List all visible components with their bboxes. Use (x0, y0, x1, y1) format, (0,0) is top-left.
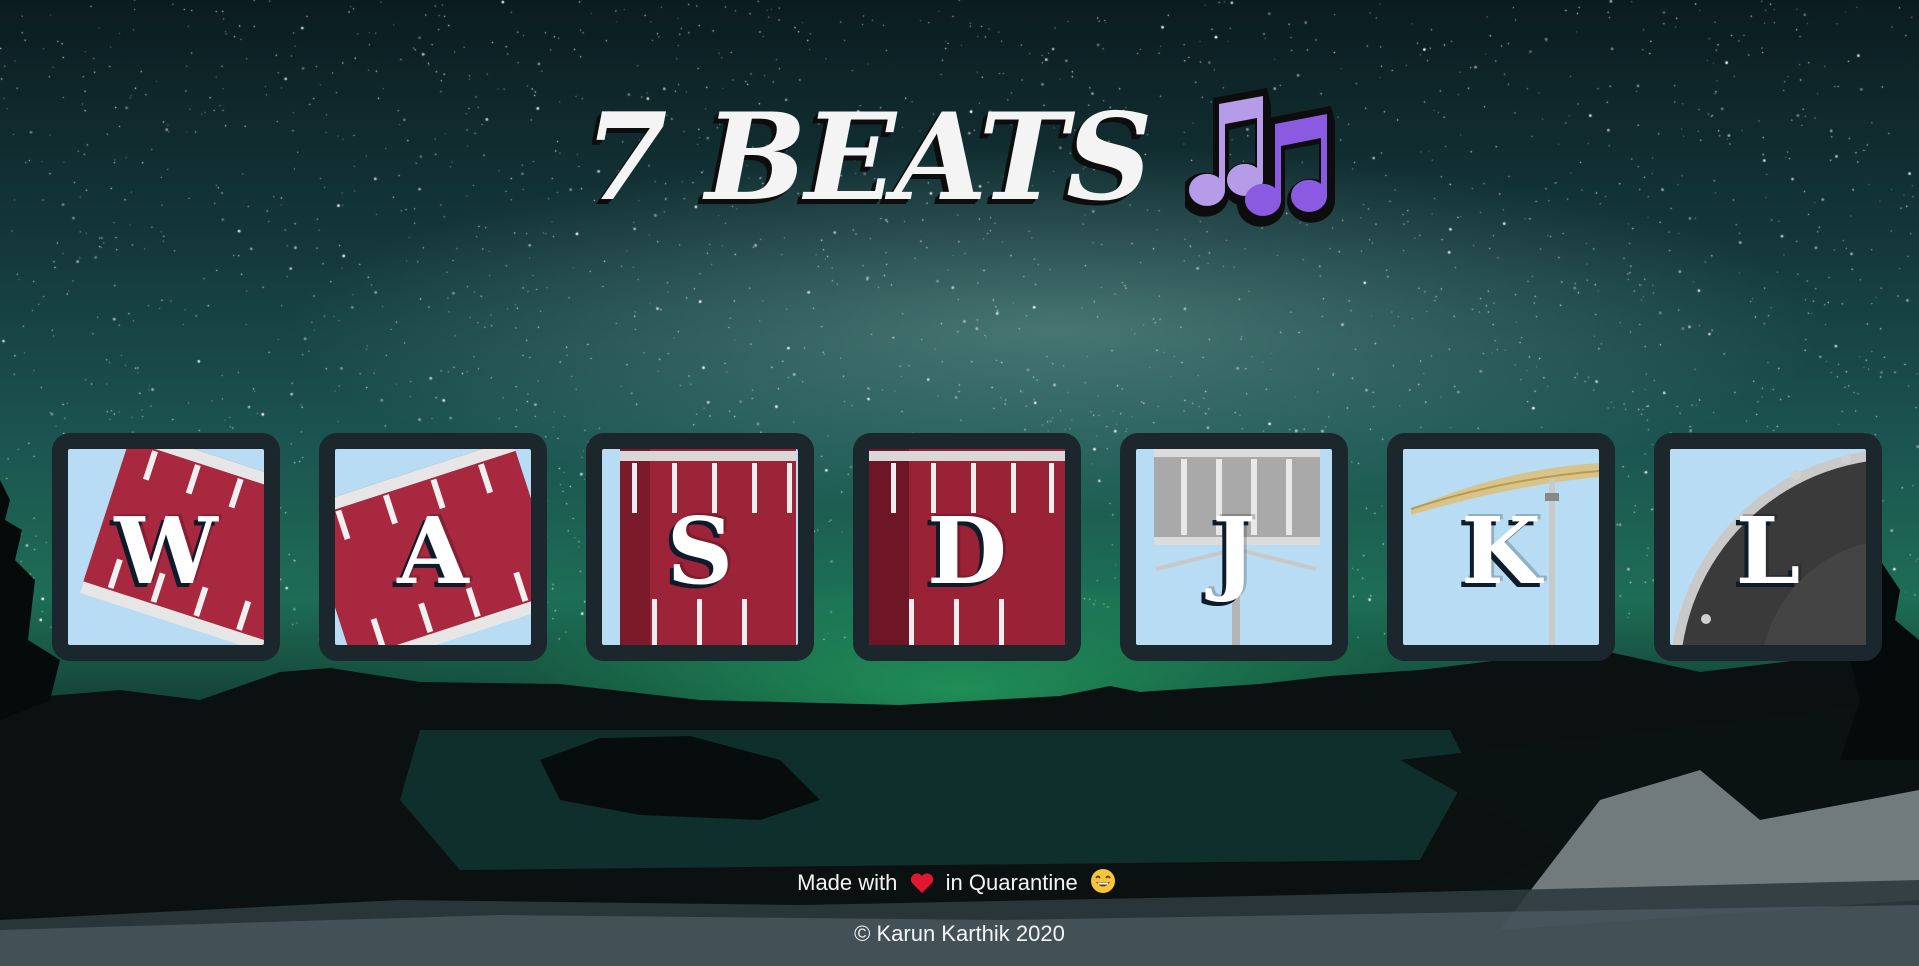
key-letter: D (927, 497, 1007, 605)
key-letter: W (114, 497, 218, 605)
made-suffix: in Quarantine (945, 870, 1078, 895)
key-letter: S (666, 497, 734, 605)
drum-key-d[interactable]: D (853, 433, 1081, 661)
music-notes-icon (1185, 88, 1336, 227)
copyright-text: © Karun Karthik 2020 (854, 921, 1065, 946)
drum-key-j[interactable]: J (1120, 433, 1348, 661)
header: 7 BEATS (0, 88, 1919, 228)
page-title: 7 BEATS (583, 87, 1153, 228)
drum-key-s[interactable]: S (586, 433, 814, 661)
key-letter: A (397, 497, 469, 605)
key-letter: K (1461, 497, 1541, 605)
key-letter: J (1212, 497, 1256, 605)
drum-keys: W A S D J K L (52, 433, 1882, 661)
grinning-face-icon (1090, 869, 1115, 893)
drum-key-a[interactable]: A (319, 433, 547, 661)
key-letter: L (1735, 497, 1801, 605)
made-with-text: Made with in Quarantine (0, 868, 1919, 896)
heart-icon (910, 873, 933, 893)
drum-key-w[interactable]: W (52, 433, 280, 661)
drum-key-k[interactable]: K (1387, 433, 1615, 661)
drum-key-l[interactable]: L (1654, 433, 1882, 661)
made-prefix: Made with (797, 870, 898, 895)
